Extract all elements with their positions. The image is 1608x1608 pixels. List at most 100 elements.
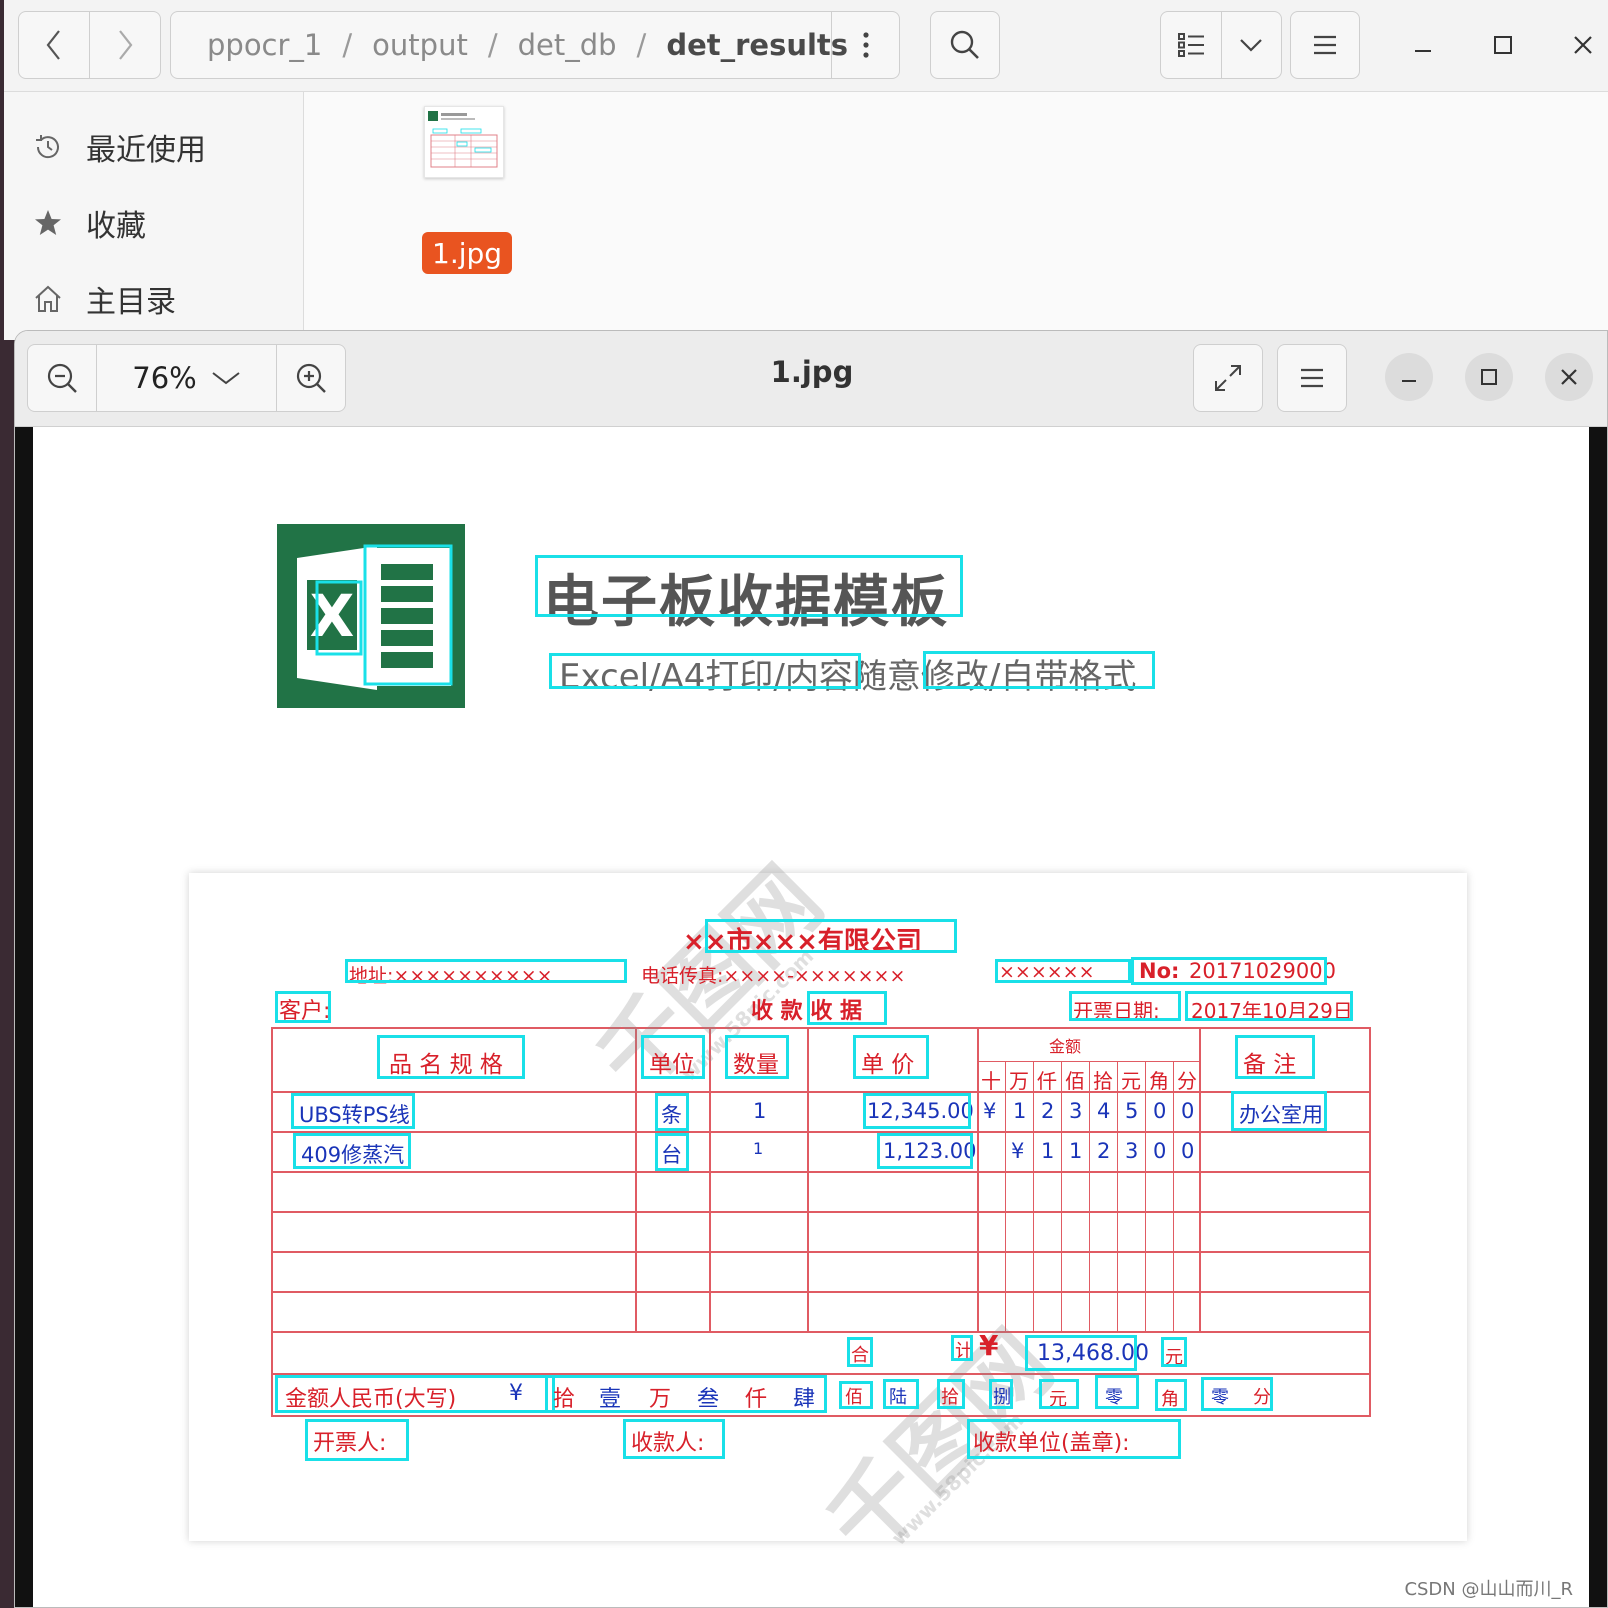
ocr-box bbox=[655, 1133, 689, 1171]
image-viewer-window: 76% 1.jpg X 电子板收据模板 Excel/A4打印/内容随意修改/自带… bbox=[14, 330, 1608, 1608]
ocr-box bbox=[1185, 991, 1353, 1021]
ocr-box bbox=[641, 1035, 705, 1079]
minimize-icon bbox=[1402, 380, 1416, 382]
ocr-box bbox=[545, 1375, 827, 1413]
ocr-box bbox=[995, 959, 1131, 983]
search-button[interactable] bbox=[930, 11, 1000, 79]
file-thumbnail bbox=[424, 106, 504, 178]
search-icon bbox=[950, 30, 979, 59]
row2-digit: 0 bbox=[1181, 1139, 1195, 1163]
ocr-box bbox=[549, 653, 861, 689]
header-amount-group: 金额 bbox=[1049, 1037, 1082, 1056]
sidebar-item-recent[interactable]: 最近使用 bbox=[30, 122, 206, 172]
minimize-button[interactable] bbox=[1398, 20, 1448, 70]
view-toggle-group bbox=[1160, 11, 1282, 79]
ocr-box bbox=[623, 1419, 725, 1459]
maximize-button[interactable] bbox=[1478, 20, 1528, 70]
row1-qty: 1 bbox=[753, 1099, 767, 1123]
ocr-box bbox=[863, 1093, 971, 1129]
ocr-box bbox=[1155, 1379, 1187, 1411]
viewer-menu-button[interactable] bbox=[1277, 344, 1347, 412]
row2-digit: ¥ bbox=[1011, 1139, 1025, 1163]
breadcrumb-separator: / bbox=[342, 28, 353, 62]
view-options-dropdown[interactable] bbox=[1222, 12, 1282, 78]
ocr-box bbox=[807, 991, 887, 1025]
row2-digit: 0 bbox=[1153, 1139, 1167, 1163]
sidebar: 最近使用 收藏 主目录 bbox=[4, 92, 304, 340]
fullscreen-button[interactable] bbox=[1193, 344, 1263, 412]
amount-col: 角 bbox=[1149, 1069, 1169, 1093]
amount-col: 元 bbox=[1121, 1069, 1141, 1093]
ocr-box bbox=[655, 1093, 689, 1131]
file-manager-window: ppocr_1 / output / det_db / det_results bbox=[4, 0, 1608, 340]
ocr-box bbox=[293, 1133, 411, 1169]
row1-digit: 3 bbox=[1069, 1099, 1083, 1123]
sidebar-item-label: 主目录 bbox=[86, 285, 176, 320]
row1-digit: 1 bbox=[1013, 1099, 1027, 1123]
main-menu-button[interactable] bbox=[1290, 11, 1360, 79]
total-symbol: ¥ bbox=[979, 1329, 999, 1362]
path-bar: ppocr_1 / output / det_db / det_results bbox=[170, 11, 900, 79]
file-name-label: 1.jpg bbox=[422, 232, 513, 274]
ocr-box bbox=[725, 1035, 789, 1079]
csdn-credit: CSDN @山山而川_R bbox=[1404, 1579, 1573, 1600]
ocr-box bbox=[1025, 1335, 1137, 1371]
breadcrumb-separator: / bbox=[636, 28, 647, 62]
displayed-image: X 电子板收据模板 Excel/A4打印/内容随意修改/自带格式 千图网 千图网… bbox=[33, 427, 1589, 1607]
hamburger-menu-icon bbox=[1301, 368, 1323, 388]
ocr-box bbox=[535, 555, 963, 617]
image-viewer-headerbar: 76% 1.jpg bbox=[15, 331, 1607, 427]
breadcrumb-separator: / bbox=[487, 28, 498, 62]
vertical-dots-icon bbox=[862, 32, 869, 58]
sidebar-item-label: 最近使用 bbox=[86, 133, 206, 168]
list-view-button[interactable] bbox=[1161, 12, 1222, 78]
row1-digit: 0 bbox=[1181, 1099, 1195, 1123]
row2-digit: 1 bbox=[1041, 1139, 1055, 1163]
hamburger-menu-icon bbox=[1314, 35, 1336, 55]
capital-part: ¥ bbox=[509, 1381, 523, 1406]
amount-col: 分 bbox=[1177, 1069, 1197, 1093]
maximize-icon bbox=[1481, 369, 1497, 385]
image-canvas[interactable]: X 电子板收据模板 Excel/A4打印/内容随意修改/自带格式 千图网 千图网… bbox=[15, 427, 1607, 1607]
ocr-box bbox=[967, 1419, 1181, 1459]
breadcrumb-item[interactable]: output bbox=[372, 28, 468, 62]
row1-digit: 4 bbox=[1097, 1099, 1111, 1123]
viewer-close-button[interactable] bbox=[1545, 353, 1593, 401]
sidebar-item-home[interactable]: 主目录 bbox=[30, 274, 176, 324]
minimize-icon bbox=[1415, 50, 1431, 52]
row2-digit: 1 bbox=[1069, 1139, 1083, 1163]
receipt-phone: 电话传真:××××-××××××× bbox=[641, 965, 906, 987]
amount-col: 佰 bbox=[1065, 1069, 1085, 1093]
sidebar-item-label: 收藏 bbox=[86, 209, 146, 244]
forward-button[interactable] bbox=[90, 12, 160, 78]
ocr-box bbox=[377, 1035, 525, 1079]
ocr-box bbox=[305, 1419, 409, 1461]
amount-col: 万 bbox=[1009, 1069, 1029, 1093]
ocr-box bbox=[1069, 991, 1181, 1021]
breadcrumb-item[interactable]: ppocr_1 bbox=[207, 28, 322, 62]
ocr-box bbox=[275, 991, 331, 1023]
star-icon bbox=[30, 205, 66, 241]
ocr-box bbox=[1131, 957, 1327, 985]
excel-logo-icon: X bbox=[277, 524, 465, 708]
sidebar-item-starred[interactable]: 收藏 bbox=[30, 198, 146, 248]
maximize-icon bbox=[1494, 36, 1512, 54]
ocr-box bbox=[291, 1093, 415, 1129]
viewer-minimize-button[interactable] bbox=[1385, 353, 1433, 401]
list-view-icon bbox=[1177, 33, 1204, 57]
ocr-box bbox=[853, 1035, 929, 1079]
row2-qty: 1 bbox=[753, 1139, 764, 1158]
close-icon bbox=[1561, 369, 1577, 385]
viewer-maximize-button[interactable] bbox=[1465, 353, 1513, 401]
ocr-box bbox=[847, 1337, 873, 1367]
back-button[interactable] bbox=[19, 12, 90, 78]
ocr-box bbox=[1201, 1377, 1273, 1411]
nav-buttons bbox=[18, 11, 161, 79]
window-title: 1.jpg bbox=[770, 355, 854, 389]
row2-digit: 3 bbox=[1125, 1139, 1139, 1163]
close-button[interactable] bbox=[1558, 20, 1608, 70]
row1-digit: ¥ bbox=[983, 1099, 997, 1123]
breadcrumb-current[interactable]: det_results bbox=[666, 28, 848, 62]
path-menu-button[interactable] bbox=[831, 12, 899, 78]
breadcrumb-item[interactable]: det_db bbox=[518, 28, 617, 62]
